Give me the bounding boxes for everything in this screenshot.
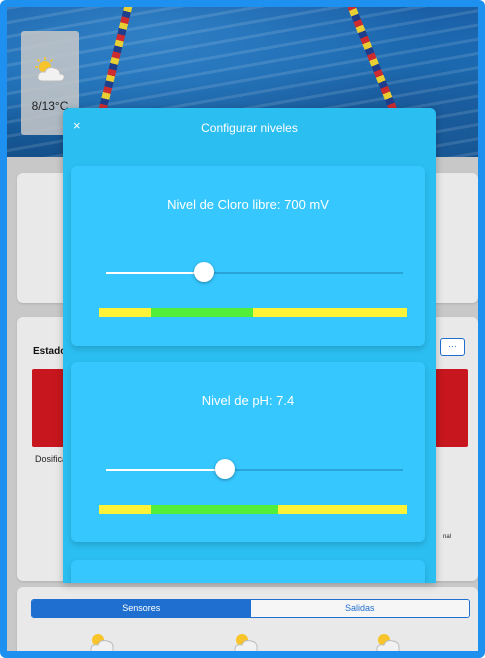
cloro-level-card: Nivel de Cloro libre: 700 mV xyxy=(71,166,425,346)
cloro-slider[interactable] xyxy=(106,262,403,282)
partly-cloudy-icon xyxy=(373,629,403,651)
tab-sensores[interactable]: Sensores xyxy=(32,600,251,617)
alarm-block[interactable] xyxy=(435,369,468,447)
partly-cloudy-icon xyxy=(87,629,117,651)
partly-cloudy-icon xyxy=(33,57,67,88)
range-ok-segment xyxy=(151,308,253,317)
range-low-segment xyxy=(99,308,152,317)
tab-salidas[interactable]: Salidas xyxy=(250,600,469,617)
ph-range-bar xyxy=(99,505,407,514)
estado-label: Estado xyxy=(33,346,67,357)
cloro-level-label: Nivel de Cloro libre: 700 mV xyxy=(167,197,329,212)
modal-header: × Configurar niveles xyxy=(63,108,436,148)
app-frame: 8/13°C Estado Dosifica nal ··· Sensores … xyxy=(0,0,485,658)
range-ok-segment xyxy=(151,505,278,514)
tab-bar: Sensores Salidas xyxy=(31,599,470,618)
more-options-button[interactable]: ··· xyxy=(440,338,465,356)
slider-fill xyxy=(106,469,225,471)
range-high-segment xyxy=(277,505,407,514)
configurar-niveles-modal: × Configurar niveles Nivel de Cloro libr… xyxy=(63,108,436,583)
background-label: nal xyxy=(443,534,452,540)
slider-fill xyxy=(106,272,204,274)
slider-thumb[interactable] xyxy=(214,459,235,479)
range-low-segment xyxy=(99,505,152,514)
ph-level-label: Nivel de pH: 7.4 xyxy=(201,393,295,408)
slider-thumb[interactable] xyxy=(194,262,214,282)
partly-cloudy-icon xyxy=(231,629,261,651)
modal-title: Configurar niveles xyxy=(201,121,298,135)
ph-level-card: Nivel de pH: 7.4 xyxy=(71,362,425,542)
ph-slider[interactable] xyxy=(106,459,403,479)
range-high-segment xyxy=(252,308,407,317)
cloro-range-bar xyxy=(99,308,407,317)
next-level-card xyxy=(71,560,425,583)
